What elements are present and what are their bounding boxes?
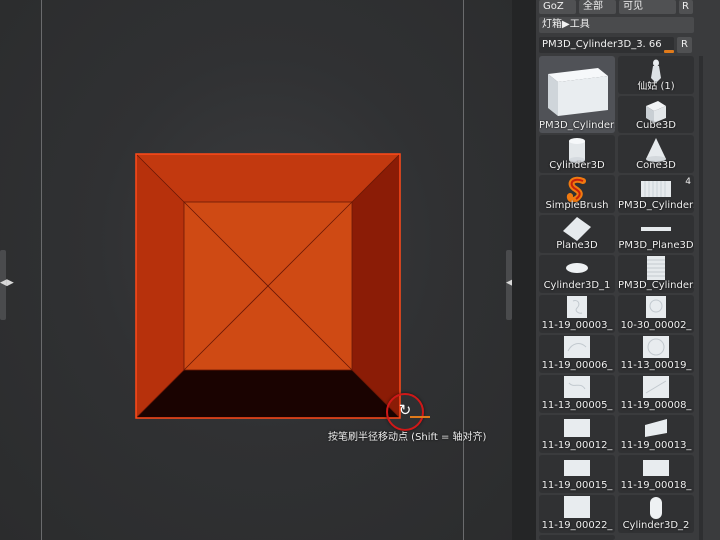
- relief-thumb-icon: [564, 496, 590, 518]
- tool-label: 10-30_00002_: [620, 320, 692, 331]
- goz-button[interactable]: GoZ: [539, 0, 576, 14]
- tool-tile-11[interactable]: 11-19_00003_: [539, 295, 615, 333]
- disc-thumb-icon: [566, 263, 588, 273]
- tool-label: 11-19_00006_: [541, 360, 613, 371]
- tool-tile-17[interactable]: 11-19_00012_: [539, 415, 615, 453]
- simplebrush-thumb-icon: [566, 176, 586, 202]
- subtool-count-badge: 4: [685, 177, 691, 187]
- cube-thumb-icon: [548, 68, 608, 116]
- 3d-model-pyramid[interactable]: [130, 148, 406, 424]
- tool-label: 11-19_00015_: [541, 480, 613, 491]
- tool-label: Cylinder3D_1: [543, 280, 611, 291]
- ribbed-thumb-icon: [647, 256, 665, 280]
- tool-label: PM3D_Cylinder3: [618, 280, 694, 291]
- tool-tile-7[interactable]: Plane3D: [539, 215, 615, 253]
- all-button[interactable]: 全部: [579, 0, 616, 14]
- tool-progress-indicator: [664, 50, 674, 53]
- panel-divider: [512, 0, 536, 540]
- brush-direction-indicator: [410, 416, 430, 418]
- relief-thumb-icon: [646, 296, 666, 318]
- relief-thumb-icon: [643, 460, 669, 476]
- tool-panel-scrollbar[interactable]: [699, 56, 703, 540]
- tool-label: Plane3D: [556, 240, 598, 251]
- brush-tooltip: 按笔刷半径移动点 (Shift = 轴对齐): [328, 432, 487, 443]
- r-button[interactable]: R: [679, 0, 693, 14]
- tool-tile-5[interactable]: SimpleBrush: [539, 175, 615, 213]
- canvas-viewport[interactable]: ◀▶ ◀▶ ↻ 按笔刷半径移动点 (Shift = 轴对齐): [0, 0, 520, 540]
- tool-tile-20[interactable]: 11-19_00018_: [618, 455, 694, 493]
- relief-thumb-icon: [645, 419, 667, 437]
- current-tool-name[interactable]: PM3D_Cylinder3D_3. 66: [539, 37, 674, 53]
- tool-r-button[interactable]: R: [677, 37, 692, 53]
- tool-tile-8[interactable]: PM3D_Plane3D: [618, 215, 694, 253]
- tray-arrow-icon: ◀▶: [0, 278, 14, 288]
- tool-label: 11-19_00003_: [541, 320, 613, 331]
- left-tray-handle[interactable]: ◀▶: [0, 250, 14, 320]
- tool-label: PM3D_Cylinder3: [618, 200, 694, 211]
- tool-tile-0[interactable]: PM3D_Cylinder3: [539, 56, 615, 133]
- relief-thumb-icon: [564, 460, 590, 476]
- document-left-edge: [41, 0, 42, 540]
- tool-label: 11-13_00005_: [541, 400, 613, 411]
- document-right-edge: [463, 0, 464, 540]
- tool-tile-3[interactable]: Cylinder3D: [539, 135, 615, 173]
- tool-label: Cube3D: [636, 120, 676, 131]
- tool-tile-4[interactable]: Cone3D: [618, 135, 694, 173]
- tool-tile-19[interactable]: 11-19_00015_: [539, 455, 615, 493]
- tool-tile-22[interactable]: Cylinder3D_2: [618, 495, 694, 533]
- mesh-thumb-icon: [641, 181, 671, 197]
- tool-label: PM3D_Plane3D: [618, 240, 694, 251]
- relief-thumb-icon: [643, 376, 669, 398]
- capsule-thumb-icon: [650, 497, 662, 519]
- tool-label: 11-19_00008_: [620, 400, 692, 411]
- tool-tile-14[interactable]: 11-13_00019_: [618, 335, 694, 373]
- tool-tile-15[interactable]: 11-13_00005_: [539, 375, 615, 413]
- plane-thumb-icon: [563, 217, 591, 241]
- tool-tile-1[interactable]: 仙姑 (1): [618, 56, 694, 94]
- tool-label: SimpleBrush: [545, 200, 609, 211]
- flat-plane-thumb-icon: [641, 227, 671, 231]
- tool-label: Cylinder3D: [549, 160, 605, 171]
- tool-tile-18[interactable]: 11-19_00013_: [618, 415, 694, 453]
- relief-thumb-icon: [564, 336, 590, 358]
- tool-label: 11-19_00013_: [620, 440, 692, 451]
- relief-thumb-icon: [564, 419, 590, 437]
- relief-thumb-icon: [564, 376, 590, 398]
- visible-button[interactable]: 可见: [619, 0, 676, 14]
- lightbox-tools-menu[interactable]: 灯箱▶工具: [539, 17, 694, 33]
- tool-tile-13[interactable]: 11-19_00006_: [539, 335, 615, 373]
- tool-tile-6[interactable]: 4 PM3D_Cylinder3: [618, 175, 694, 213]
- tool-label: 11-13_00019_: [620, 360, 692, 371]
- tool-label: Cylinder3D_2: [622, 520, 690, 531]
- tool-tile-16[interactable]: 11-19_00008_: [618, 375, 694, 413]
- relief-thumb-icon: [643, 336, 669, 358]
- tool-label: PM3D_Cylinder3: [539, 120, 615, 131]
- tool-label: 仙姑 (1): [637, 81, 675, 92]
- relief-thumb-icon: [567, 296, 587, 318]
- tool-label: 11-19_00012_: [541, 440, 613, 451]
- tool-tile-12[interactable]: 10-30_00002_: [618, 295, 694, 333]
- tool-tile-21[interactable]: 11-19_00022_: [539, 495, 615, 533]
- tool-label: Cone3D: [636, 160, 676, 171]
- tool-tile-partial[interactable]: [539, 535, 615, 540]
- tool-tile-10[interactable]: PM3D_Cylinder3: [618, 255, 694, 293]
- tool-label: 11-19_00018_: [620, 480, 692, 491]
- tool-tile-2[interactable]: Cube3D: [618, 96, 694, 133]
- tool-tile-9[interactable]: Cylinder3D_1: [539, 255, 615, 293]
- tool-label: 11-19_00022_: [541, 520, 613, 531]
